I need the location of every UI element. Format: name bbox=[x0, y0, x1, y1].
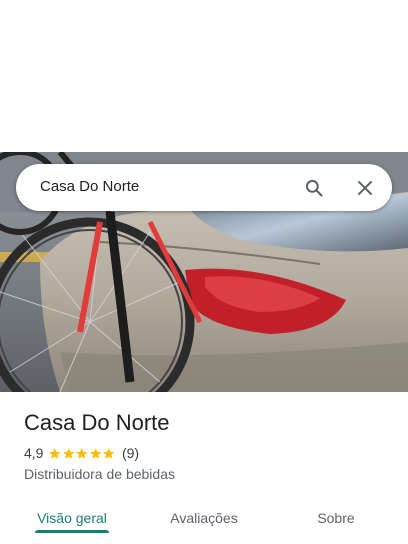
star-icon bbox=[49, 447, 61, 459]
search-bar[interactable]: Casa Do Norte bbox=[16, 164, 392, 211]
place-title: Casa Do Norte bbox=[24, 410, 170, 435]
place-info-panel: Casa Do Norte 4,9 (9) Distribuidora de b… bbox=[0, 392, 408, 544]
close-icon[interactable] bbox=[352, 175, 378, 201]
star-rating bbox=[48, 447, 116, 460]
star-icon bbox=[90, 447, 102, 459]
tab-overview[interactable]: Visão geral bbox=[24, 496, 120, 540]
search-icon[interactable] bbox=[301, 175, 327, 201]
search-input[interactable]: Casa Do Norte bbox=[40, 178, 139, 195]
rating-value: 4,9 bbox=[24, 445, 44, 461]
star-icon bbox=[63, 447, 75, 459]
tab-reviews[interactable]: Avaliações bbox=[156, 496, 252, 540]
star-icon bbox=[103, 447, 115, 459]
place-category: Distribuidora de bebidas bbox=[24, 466, 175, 482]
blank-top-area bbox=[0, 0, 408, 152]
place-tabs: Visão geral Avaliações Sobre bbox=[0, 496, 408, 544]
star-icon bbox=[76, 447, 88, 459]
review-count: (9) bbox=[121, 445, 140, 461]
active-tab-indicator bbox=[35, 530, 109, 533]
rating-row[interactable]: 4,9 (9) bbox=[24, 445, 139, 461]
tab-about[interactable]: Sobre bbox=[288, 496, 384, 540]
